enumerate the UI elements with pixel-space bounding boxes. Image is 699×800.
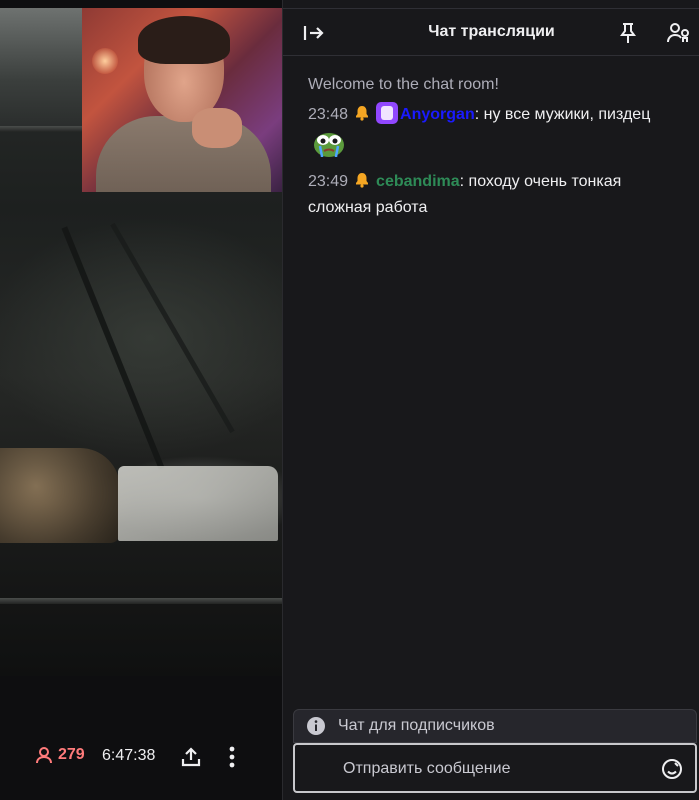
message-text: ну все мужики, пиздец	[483, 106, 651, 123]
pepe-cry-emote[interactable]	[312, 128, 346, 158]
video-scene-rail	[0, 598, 282, 604]
video-player[interactable]: 279 6:47:38	[0, 0, 282, 800]
users-icon[interactable]	[667, 21, 691, 45]
message-username[interactable]: cebandima	[376, 173, 460, 190]
webcam-lamp	[92, 48, 118, 74]
info-icon	[307, 717, 325, 735]
streamer-webcam	[82, 8, 282, 192]
video-controls: 279 6:47:38	[0, 735, 282, 779]
message-time: 23:48	[308, 106, 349, 123]
chat-welcome: Welcome to the chat room!	[308, 76, 499, 93]
webcam-hair	[138, 16, 230, 64]
chat-message: 23:48 Anyorgan: ну все мужики, пиздец	[308, 102, 678, 159]
webcam-hand	[192, 108, 242, 148]
video-scene-newspaper	[118, 466, 278, 541]
viewer-count: 279	[34, 745, 85, 765]
webcam-body	[96, 116, 271, 192]
chat-messages: Welcome to the chat room! 23:48 Anyorgan:…	[308, 72, 678, 231]
video-scene-coins	[0, 448, 120, 543]
bell-badge-icon[interactable]	[354, 172, 370, 188]
more-icon[interactable]	[222, 745, 242, 769]
chat-message: 23:49 cebandima: походу очень тонкая слож…	[308, 172, 622, 216]
viewer-count-value: 279	[58, 746, 85, 763]
chat-input-box[interactable]	[293, 743, 697, 793]
message-time: 23:49	[308, 173, 349, 190]
subscribers-only-notice: Чат для подписчиков	[293, 709, 697, 743]
sub-badge-icon[interactable]	[376, 102, 399, 124]
video-scene-shadow	[61, 226, 165, 470]
message-username[interactable]: Anyorgan	[400, 106, 475, 123]
bell-badge-icon[interactable]	[354, 105, 370, 121]
emote-picker-icon[interactable]	[661, 758, 683, 780]
share-icon[interactable]	[180, 746, 202, 768]
pin-icon[interactable]	[617, 21, 639, 45]
chat-header: Чат трансляции	[283, 8, 699, 56]
chat-panel: Чат трансляции Welcome to the chat room!…	[282, 0, 699, 800]
viewer-icon	[36, 747, 52, 764]
subscribers-only-text: Чат для подписчиков	[338, 717, 495, 734]
stream-uptime: 6:47:38	[102, 747, 156, 764]
video-scene-shadow	[110, 222, 235, 434]
chat-message-input[interactable]	[343, 758, 643, 780]
